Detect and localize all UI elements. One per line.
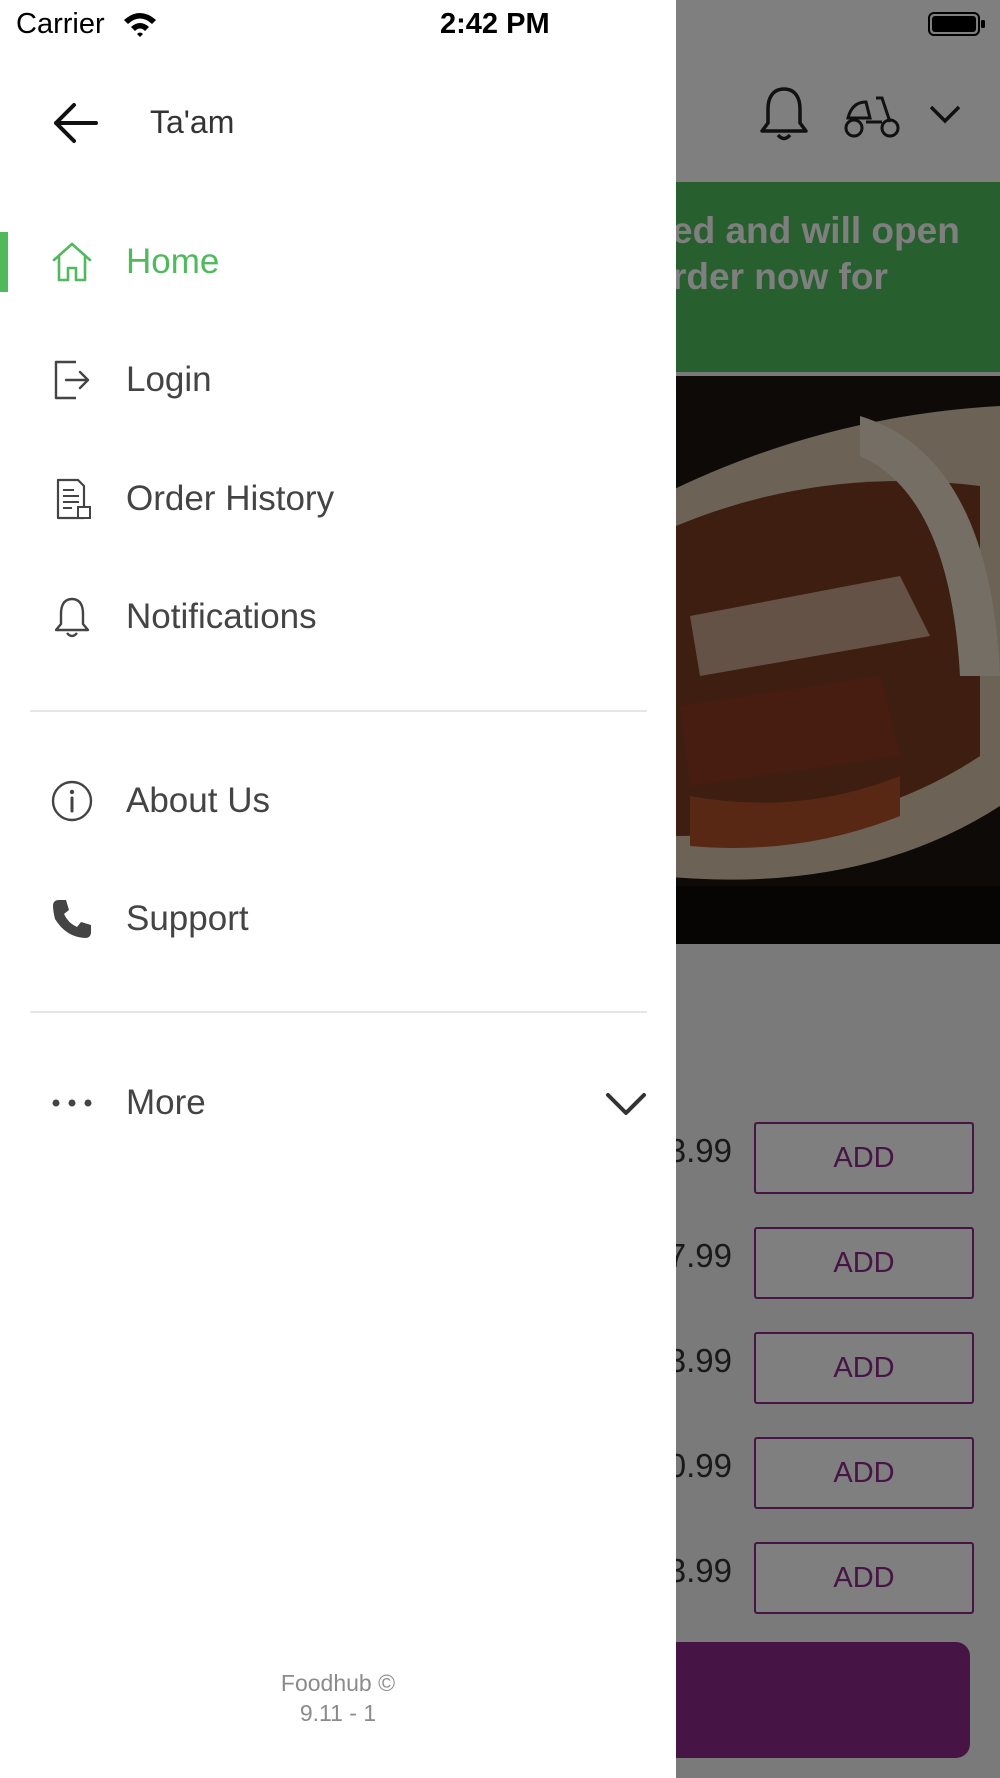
menu-divider	[30, 710, 647, 712]
more-dots-icon	[52, 1099, 92, 1107]
menu-item-home[interactable]: Home	[0, 208, 676, 318]
menu-divider	[30, 1011, 647, 1013]
wifi-icon	[124, 13, 156, 37]
menu-item-label: More	[126, 1083, 206, 1122]
order-history-icon	[56, 478, 91, 520]
login-icon	[54, 360, 90, 400]
menu-item-order-history[interactable]: Order History	[0, 445, 676, 555]
menu-item-label: Home	[126, 242, 220, 281]
store-name: Ta'am	[150, 104, 235, 140]
home-icon	[52, 242, 92, 282]
menu-item-label: Login	[126, 360, 212, 399]
status-time: 2:42 PM	[440, 8, 550, 40]
carrier-label: Carrier	[16, 8, 105, 40]
status-bar: Carrier 2:42 PM	[0, 0, 676, 48]
navigation-drawer: Carrier 2:42 PM Ta'am Home Login Order H…	[0, 0, 676, 1778]
drawer-footer: Foodhub © 9.11 - 1	[0, 1668, 676, 1728]
menu-item-notifications[interactable]: Notifications	[0, 563, 676, 673]
menu-item-more[interactable]: More	[0, 1049, 676, 1159]
menu-item-label: About Us	[126, 781, 270, 820]
footer-version: 9.11 - 1	[299, 1700, 377, 1726]
active-indicator	[0, 232, 8, 292]
chevron-down-icon	[606, 1093, 646, 1115]
phone-icon	[53, 900, 91, 938]
menu-item-label: Notifications	[126, 597, 317, 636]
footer-brand: Foodhub ©	[280, 1670, 396, 1696]
menu-item-label: Order History	[126, 479, 335, 518]
menu-item-about-us[interactable]: About Us	[0, 747, 676, 857]
back-arrow-icon[interactable]	[52, 102, 98, 144]
menu-item-label: Support	[126, 899, 249, 938]
menu-item-support[interactable]: Support	[0, 865, 676, 975]
info-icon	[51, 780, 93, 822]
menu-item-login[interactable]: Login	[0, 326, 676, 436]
drawer-header: Ta'am	[0, 60, 676, 184]
bell-icon	[54, 597, 90, 638]
